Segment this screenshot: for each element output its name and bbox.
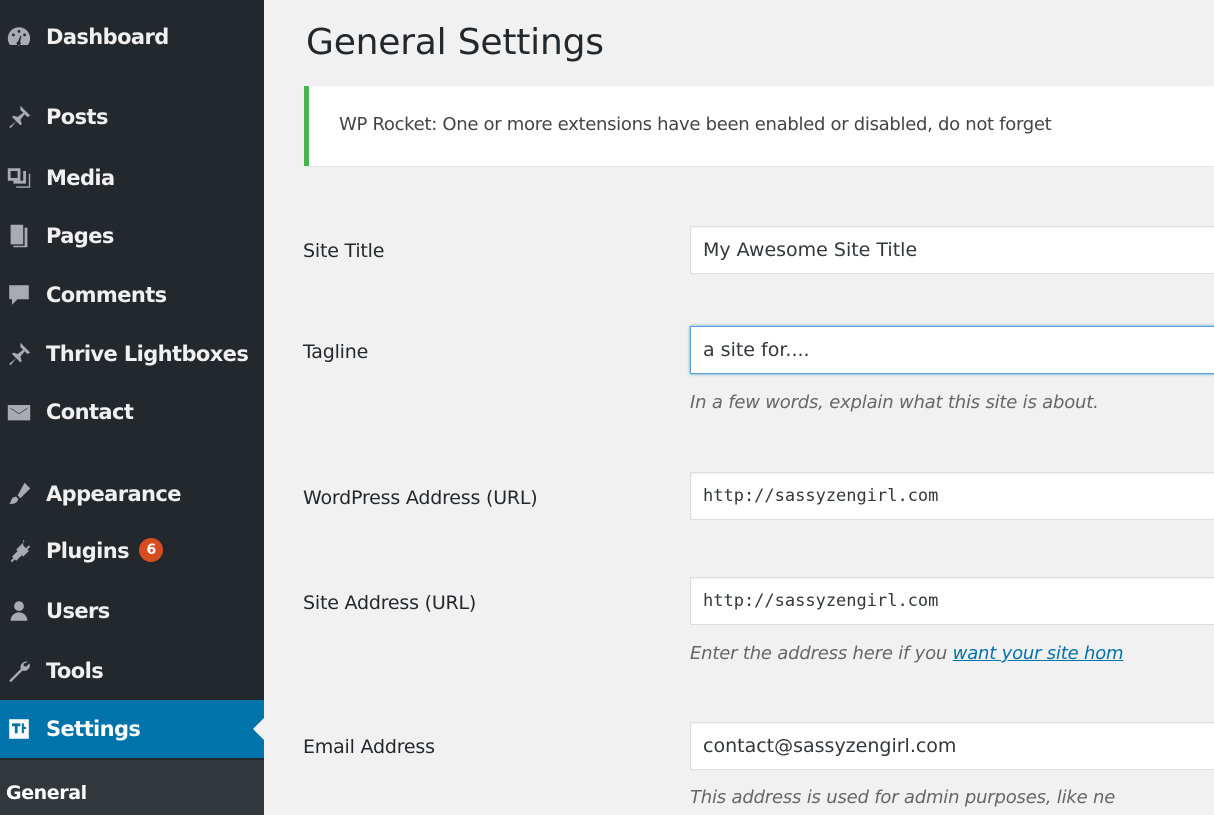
sidebar-item-appearance[interactable]: Appearance (0, 469, 264, 519)
tagline-label: Tagline (303, 341, 369, 363)
site-title-input[interactable] (690, 226, 1214, 274)
settings-submenu: General (0, 760, 264, 815)
sidebar-item-dashboard[interactable]: Dashboard (0, 12, 264, 62)
sidebar-item-comments[interactable]: Comments (0, 270, 264, 320)
site-title-label: Site Title (303, 240, 385, 262)
sidebar-item-posts[interactable]: Posts (0, 92, 264, 142)
site-address-description: Enter the address here if you want your … (690, 643, 1124, 664)
sidebar-item-label: Posts (46, 105, 108, 129)
pin-icon (2, 339, 36, 369)
sidebar-item-thrive-lightboxes[interactable]: Thrive Lightboxes (0, 329, 264, 379)
plugins-label-text: Plugins (46, 538, 130, 563)
sidebar-item-label: Appearance (46, 482, 182, 506)
sidebar-item-label: Thrive Lightboxes (46, 342, 249, 366)
sidebar-item-label: Users (46, 599, 110, 623)
brush-icon (2, 479, 36, 509)
sidebar-item-label: Contact (46, 400, 134, 424)
plug-icon (2, 536, 36, 566)
tagline-input[interactable] (690, 326, 1214, 374)
sidebar-item-users[interactable]: Users (0, 586, 264, 636)
media-icon (2, 163, 36, 193)
sidebar-item-label: Pages (46, 224, 114, 248)
site-address-label: Site Address (URL) (303, 592, 477, 614)
sidebar-item-contact[interactable]: Contact (0, 387, 264, 437)
tagline-description: In a few words, explain what this site i… (690, 392, 1099, 413)
update-count-badge: 6 (139, 537, 164, 562)
sidebar-item-label: Settings (46, 717, 141, 741)
email-address-input[interactable] (690, 722, 1214, 770)
sidebar-item-label: Media (46, 166, 115, 190)
active-indicator-arrow (253, 718, 264, 740)
site-address-input[interactable] (690, 577, 1214, 625)
wordpress-address-input[interactable] (690, 472, 1214, 520)
user-icon (2, 596, 36, 626)
pin-icon (2, 102, 36, 132)
email-address-description: This address is used for admin purposes,… (690, 787, 1116, 808)
site-address-description-text: Enter the address here if you (690, 643, 953, 664)
sidebar-item-pages[interactable]: Pages (0, 211, 264, 261)
main-content: General Settings WP Rocket: One or more … (264, 0, 1214, 815)
mail-icon (2, 397, 36, 427)
sidebar-item-settings[interactable]: Settings (0, 700, 264, 758)
page-icon (2, 221, 36, 251)
admin-sidebar: Dashboard Posts Media Pages Comments Thr… (0, 0, 264, 815)
comment-icon (2, 280, 36, 310)
sidebar-item-label: Plugins 6 (46, 537, 164, 564)
dashboard-icon (2, 22, 36, 52)
wp-rocket-notice: WP Rocket: One or more extensions have b… (304, 86, 1214, 166)
site-address-help-link[interactable]: want your site hom (953, 643, 1124, 664)
sidebar-item-label: Comments (46, 283, 167, 307)
page-title: General Settings (306, 22, 604, 63)
submenu-item-general[interactable]: General (6, 782, 87, 804)
sidebar-item-plugins[interactable]: Plugins 6 (0, 526, 264, 576)
wp-admin-screen: Dashboard Posts Media Pages Comments Thr… (0, 0, 1214, 815)
sidebar-item-tools[interactable]: Tools (0, 646, 264, 696)
wrench-icon (2, 656, 36, 686)
settings-icon (2, 714, 36, 744)
notice-text: WP Rocket: One or more extensions have b… (339, 114, 1052, 135)
email-address-label: Email Address (303, 736, 435, 758)
sidebar-item-media[interactable]: Media (0, 153, 264, 203)
wordpress-address-label: WordPress Address (URL) (303, 487, 538, 509)
sidebar-item-label: Dashboard (46, 25, 169, 49)
sidebar-item-label: Tools (46, 659, 104, 683)
